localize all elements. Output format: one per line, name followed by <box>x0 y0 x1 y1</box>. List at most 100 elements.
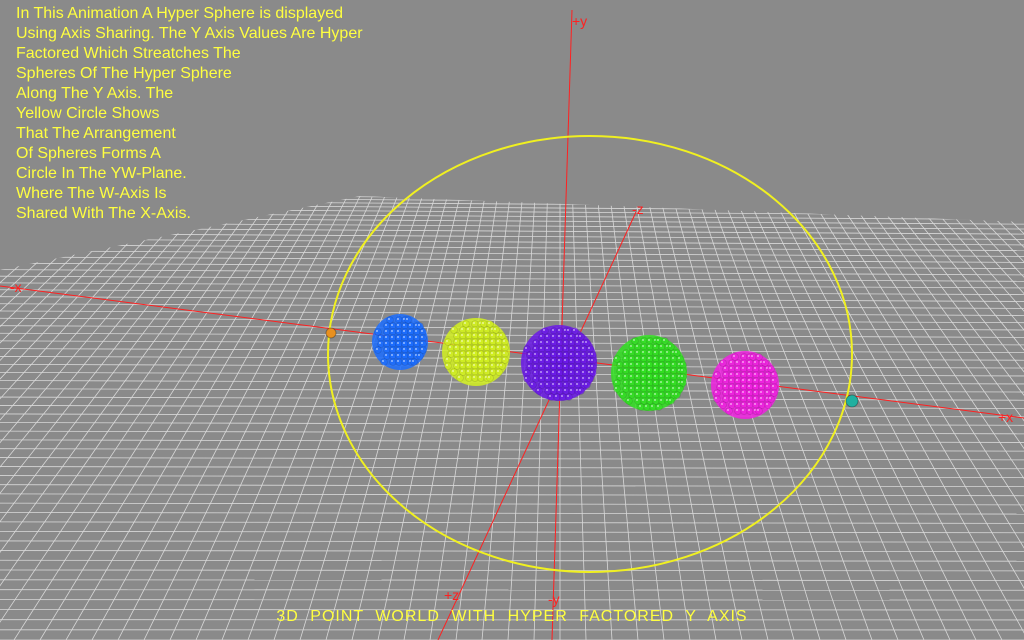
magenta-sphere <box>711 351 779 419</box>
sphere-highlight <box>461 370 463 372</box>
sphere-highlight <box>748 409 750 411</box>
sphere-highlight <box>748 379 750 381</box>
sphere-highlight <box>421 336 423 338</box>
sphere-highlight <box>654 387 656 389</box>
sphere-point <box>673 391 681 399</box>
blue-sphere <box>372 314 428 370</box>
sphere-highlight <box>730 403 732 405</box>
pos-x-label: +x <box>998 409 1013 425</box>
sphere-highlight <box>482 322 484 324</box>
grid-line <box>0 325 1024 331</box>
sphere-highlight <box>479 334 481 336</box>
sphere-highlight <box>654 357 656 359</box>
sphere-highlight <box>397 354 399 356</box>
sphere-point <box>667 397 675 405</box>
sphere-highlight <box>772 391 774 393</box>
sphere-highlight <box>540 341 542 343</box>
sphere-highlight <box>488 322 490 324</box>
sphere-highlight <box>769 367 771 369</box>
sphere-highlight <box>766 403 768 405</box>
sphere-point <box>416 352 424 360</box>
sphere-highlight <box>525 377 527 379</box>
description-line: Spheres Of The Hyper Sphere <box>16 65 232 82</box>
sphere-highlight <box>479 352 481 354</box>
sphere-highlight <box>648 351 650 353</box>
sphere-highlight <box>546 377 548 379</box>
sphere-highlight <box>585 341 587 343</box>
sphere-highlight <box>564 389 566 391</box>
sphere-highlight <box>630 387 632 389</box>
sphere-highlight <box>467 346 469 348</box>
sphere-highlight <box>485 352 487 354</box>
sphere-highlight <box>748 367 750 369</box>
sphere-highlight <box>730 373 732 375</box>
description-line: In This Animation A Hyper Sphere is disp… <box>16 5 343 22</box>
sphere-highlight <box>570 389 572 391</box>
sphere-highlight <box>458 376 460 378</box>
sphere-highlight <box>591 371 593 373</box>
sphere-highlight <box>461 364 463 366</box>
sphere-highlight <box>455 364 457 366</box>
description-line: Factored Which Streatches The <box>16 45 241 62</box>
sphere-highlight <box>730 367 732 369</box>
sphere-highlight <box>678 357 680 359</box>
sphere-highlight <box>648 345 650 347</box>
sphere-highlight <box>570 365 572 367</box>
sphere-highlight <box>558 341 560 343</box>
pos-z-label: +z <box>444 587 459 603</box>
sphere-highlight <box>534 371 536 373</box>
sphere-highlight <box>678 387 680 389</box>
sphere-highlight <box>754 373 756 375</box>
sphere-highlight <box>485 358 487 360</box>
sphere-highlight <box>645 405 647 407</box>
sphere-highlight <box>552 383 554 385</box>
sphere-highlight <box>461 334 463 336</box>
sphere-highlight <box>528 353 530 355</box>
sphere-highlight <box>766 385 768 387</box>
sphere-highlight <box>461 352 463 354</box>
sphere-highlight <box>648 339 650 341</box>
sphere-highlight <box>485 328 487 330</box>
sphere-highlight <box>585 383 587 385</box>
sphere-highlight <box>479 364 481 366</box>
sphere-highlight <box>485 340 487 342</box>
sphere-highlight <box>748 385 750 387</box>
sphere-highlight <box>409 348 411 350</box>
sphere-highlight <box>724 397 726 399</box>
sphere-highlight <box>663 339 665 341</box>
grid-line <box>0 540 1024 543</box>
sphere-highlight <box>660 387 662 389</box>
sphere-highlight <box>715 397 717 399</box>
sphere-highlight <box>760 367 762 369</box>
sphere-highlight <box>672 375 674 377</box>
sphere-highlight <box>648 381 650 383</box>
sphere-highlight <box>564 341 566 343</box>
sphere-highlight <box>576 371 578 373</box>
sphere-highlight <box>639 405 641 407</box>
sphere-highlight <box>760 373 762 375</box>
sphere-highlight <box>461 328 463 330</box>
sphere-highlight <box>531 383 533 385</box>
sphere-highlight <box>630 381 632 383</box>
sphere-highlight <box>403 342 405 344</box>
sphere-highlight <box>449 352 451 354</box>
sphere-highlight <box>497 340 499 342</box>
grid-line <box>0 457 1024 461</box>
grid-line <box>0 195 261 553</box>
sphere-highlight <box>630 369 632 371</box>
sphere-highlight <box>636 351 638 353</box>
sphere-highlight <box>491 358 493 360</box>
grid-line <box>697 195 847 640</box>
sphere-highlight <box>757 409 759 411</box>
sphere-highlight <box>582 353 584 355</box>
sphere-highlight <box>552 365 554 367</box>
grid-line <box>403 195 486 640</box>
sphere-highlight <box>473 334 475 336</box>
sphere-highlight <box>552 335 554 337</box>
sphere-highlight <box>588 347 590 349</box>
sphere-highlight <box>406 318 408 320</box>
sphere-highlight <box>467 352 469 354</box>
3d-viewport[interactable]: +y -y +x -x +z -z In This Animation A Hy… <box>0 0 1024 640</box>
sphere-highlight <box>660 357 662 359</box>
sphere-highlight <box>618 363 620 365</box>
